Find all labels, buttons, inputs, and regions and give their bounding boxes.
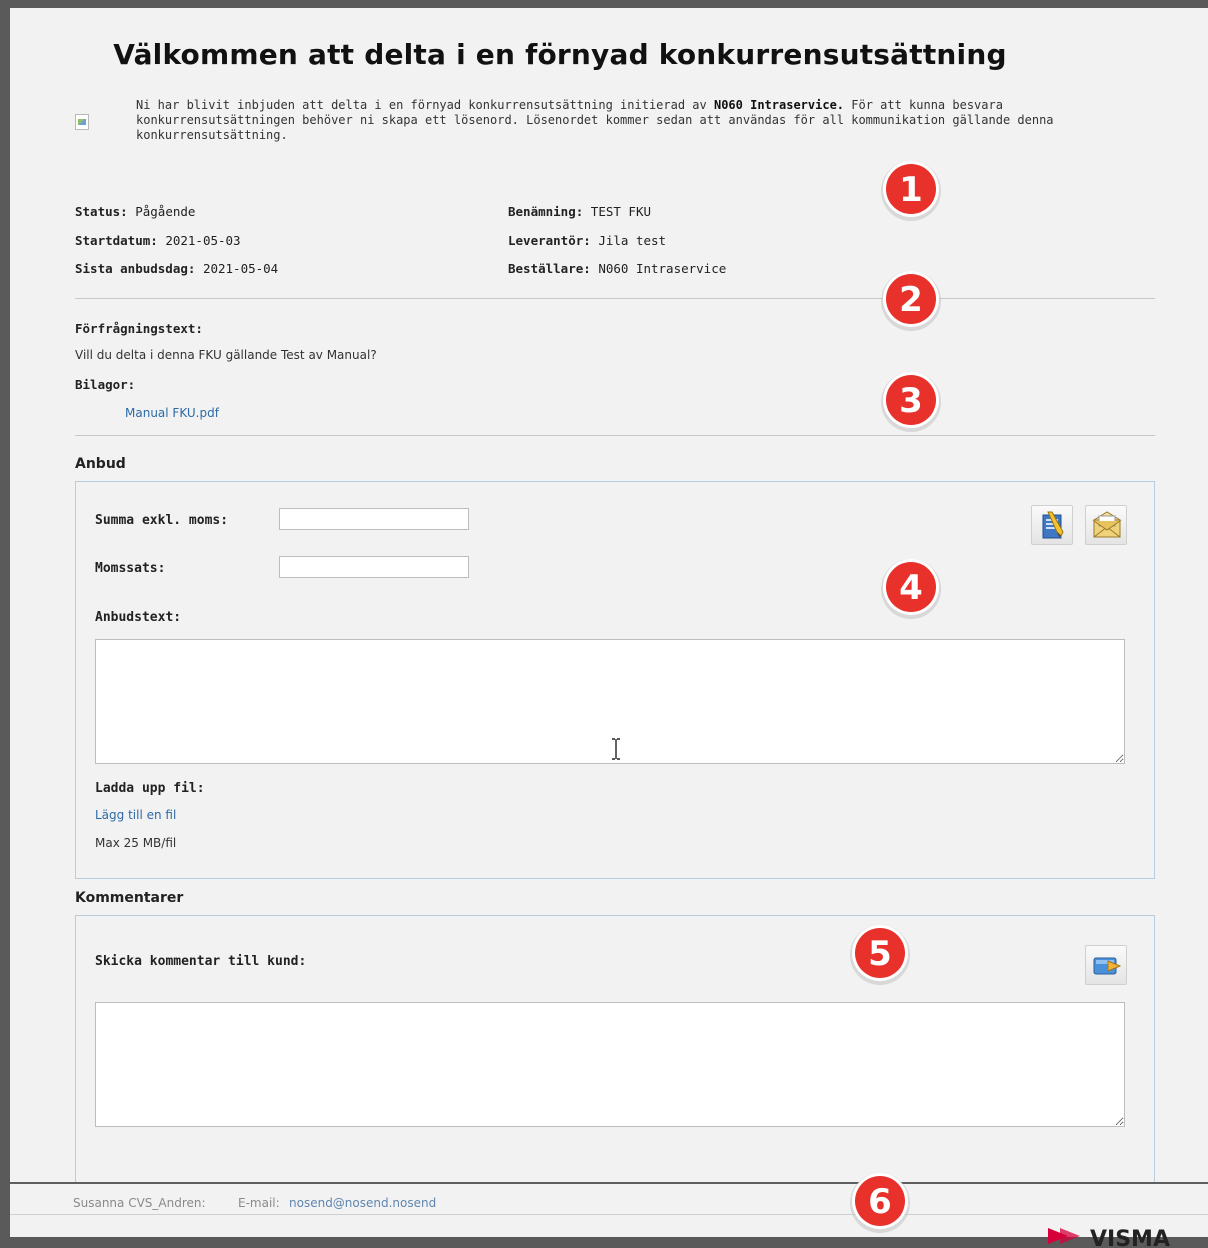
add-file-link[interactable]: Lägg till en fil	[95, 808, 176, 822]
comments-section-title: Kommentarer	[75, 890, 184, 906]
broken-image-icon	[75, 114, 89, 130]
page-frame: Välkommen att delta i en förnyad konkurr…	[10, 8, 1208, 1237]
svg-text:3: 3	[899, 381, 923, 421]
request-text-label: Förfrågningstext:	[75, 321, 203, 336]
svg-text:4: 4	[899, 568, 923, 608]
svg-text:2: 2	[899, 280, 923, 320]
send-comment-label: Skicka kommentar till kund:	[95, 954, 307, 969]
badge-4: 4	[881, 559, 941, 619]
svg-text:VISMA: VISMA	[1090, 1227, 1170, 1248]
vat-label: Momssats:	[95, 561, 166, 576]
orderer-line: Beställare: N060 Intraservice	[508, 261, 727, 276]
page-title: Välkommen att delta i en förnyad konkurr…	[113, 38, 1007, 71]
vat-input[interactable]	[279, 556, 469, 578]
badge-1: 1	[881, 161, 941, 221]
name-line: Benämning: TEST FKU	[508, 204, 652, 219]
comment-text-area[interactable]	[95, 1002, 1125, 1127]
badge-2: 2	[881, 271, 941, 331]
intro-org: N060 Intraservice.	[713, 98, 845, 112]
sum-label: Summa exkl. moms:	[95, 513, 229, 528]
visma-logo: VISMA	[1048, 1227, 1170, 1248]
attachments-label: Bilagor:	[75, 377, 136, 392]
send-comment-button[interactable]	[1085, 945, 1127, 985]
bid-section-title: Anbud	[75, 456, 126, 472]
comments-panel: Skicka kommentar till kund:	[75, 915, 1155, 1215]
attachment-link[interactable]: Manual FKU.pdf	[125, 406, 219, 420]
bid-text-label: Anbudstext:	[95, 610, 182, 625]
status-line: Status: Pågående	[75, 204, 196, 219]
last-bid-date-value: 2021-05-04	[202, 261, 279, 276]
send-icon	[1093, 957, 1122, 975]
footer-divider	[10, 1214, 1208, 1215]
max-size-text: Max 25 MB/fil	[95, 836, 177, 850]
divider	[75, 298, 1155, 299]
footer-email-link[interactable]: nosend@nosend.nosend	[289, 1196, 436, 1210]
badge-6: 6	[850, 1173, 910, 1233]
svg-text:6: 6	[868, 1182, 892, 1222]
sum-input[interactable]	[279, 508, 469, 530]
start-date-line: Startdatum: 2021-05-03	[75, 233, 241, 248]
divider	[75, 435, 1155, 436]
orderer-value: N060 Intraservice	[598, 261, 727, 276]
badge-5: 5	[850, 925, 910, 985]
edit-document-button[interactable]	[1031, 505, 1073, 545]
envelope-button[interactable]	[1085, 505, 1127, 545]
request-text: Vill du delta i denna FKU gällande Test …	[75, 348, 377, 362]
status-value: Pågående	[135, 204, 196, 219]
visma-logo-mark	[1060, 1228, 1080, 1244]
footer: Susanna CVS_Andren: E-mail: nosend@nosen…	[10, 1182, 1208, 1237]
name-value: TEST FKU	[590, 204, 652, 219]
badge-3: 3	[881, 372, 941, 432]
last-bid-date-line: Sista anbudsdag: 2021-05-04	[75, 261, 279, 276]
svg-text:5: 5	[868, 934, 892, 974]
intro-text: Ni har blivit inbjuden att delta i en fö…	[136, 98, 1054, 142]
bid-panel: Summa exkl. moms: Momssats: Anbudstext: …	[75, 481, 1155, 879]
edit-document-icon	[1042, 511, 1064, 539]
start-date-value: 2021-05-03	[165, 233, 241, 248]
supplier-value: Jila test	[598, 233, 667, 248]
footer-email-label: E-mail:	[238, 1196, 280, 1210]
supplier-line: Leverantör: Jila test	[508, 233, 667, 248]
envelope-icon	[1092, 511, 1122, 538]
footer-user: Susanna CVS_Andren:	[73, 1196, 206, 1210]
upload-label: Ladda upp fil:	[95, 781, 205, 796]
text-cursor-icon	[612, 738, 620, 760]
svg-text:1: 1	[899, 170, 923, 210]
